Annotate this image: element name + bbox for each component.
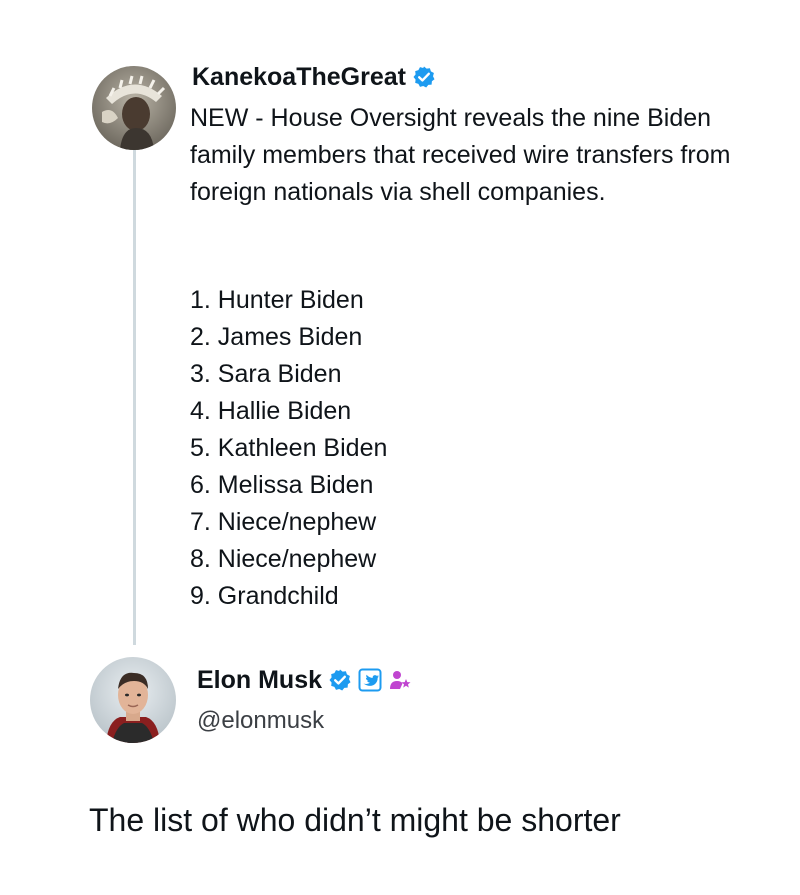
reply-text: The list of who didn’t might be shorter: [89, 802, 621, 838]
kanekoa-avatar[interactable]: [92, 66, 176, 150]
thread-connector-line: [133, 150, 136, 645]
list-item: 1. Hunter Biden: [190, 286, 364, 314]
twitter-bird-icon: [358, 668, 382, 692]
verified-icon: [328, 668, 352, 692]
verified-icon: [412, 65, 436, 89]
tweet-paragraph: NEW - House Oversight reveals the nine B…: [190, 104, 731, 206]
author-display-name[interactable]: KanekoaTheGreat: [192, 62, 406, 92]
author-display-name[interactable]: Elon Musk: [197, 665, 322, 695]
list-item: 3. Sara Biden: [190, 360, 342, 388]
list-item: 6. Melissa Biden: [190, 471, 374, 499]
list-item: 7. Niece/nephew: [190, 508, 377, 536]
author-handle[interactable]: @elonmusk: [197, 706, 324, 736]
list-item: 2. James Biden: [190, 323, 363, 351]
tweet-text: NEW - House Oversight reveals the nine B…: [190, 100, 750, 211]
tweet-list: 1. Hunter Biden 2. James Biden 3. Sara B…: [190, 282, 387, 615]
list-item: 4. Hallie Biden: [190, 397, 352, 425]
person-star-icon: [388, 668, 412, 692]
tweet-author-row: KanekoaTheGreat: [192, 62, 436, 92]
reply-author-row: Elon Musk: [197, 665, 412, 695]
list-item: 8. Niece/nephew: [190, 545, 377, 573]
list-item: 5. Kathleen Biden: [190, 434, 388, 462]
elon-avatar[interactable]: [90, 657, 176, 743]
list-item: 9. Grandchild: [190, 582, 339, 610]
